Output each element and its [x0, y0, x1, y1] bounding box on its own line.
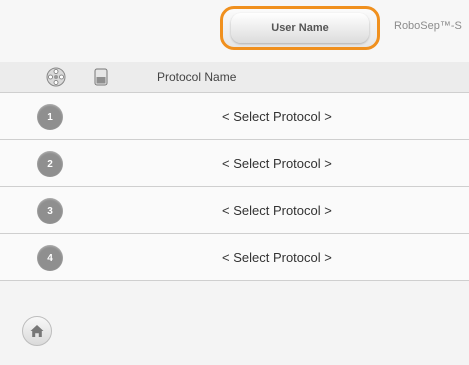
protocol-name-header: Protocol Name [157, 70, 237, 84]
select-protocol-2[interactable]: < Select Protocol > [222, 156, 332, 171]
quadrant-4-badge: 4 [37, 245, 63, 271]
quadrant-1-badge: 1 [37, 104, 63, 130]
home-icon [30, 325, 44, 337]
user-name-highlight[interactable]: User Name [220, 6, 380, 50]
carousel-icon [46, 67, 66, 87]
select-protocol-3[interactable]: < Select Protocol > [222, 203, 332, 218]
brand-label: RoboSep™-S [394, 20, 462, 32]
home-button[interactable] [22, 316, 52, 346]
user-name-button[interactable]: User Name [231, 13, 369, 43]
select-protocol-1[interactable]: < Select Protocol > [222, 109, 332, 124]
protocol-row-2[interactable]: 2 < Select Protocol > [0, 140, 469, 187]
quadrant-2-badge: 2 [37, 151, 63, 177]
protocol-row-3[interactable]: 3 < Select Protocol > [0, 187, 469, 234]
tube-icon [94, 68, 108, 86]
protocol-row-4[interactable]: 4 < Select Protocol > [0, 234, 469, 281]
select-protocol-4[interactable]: < Select Protocol > [222, 250, 332, 265]
quadrant-3-badge: 3 [37, 198, 63, 224]
protocol-row-1[interactable]: 1 < Select Protocol > [0, 93, 469, 140]
